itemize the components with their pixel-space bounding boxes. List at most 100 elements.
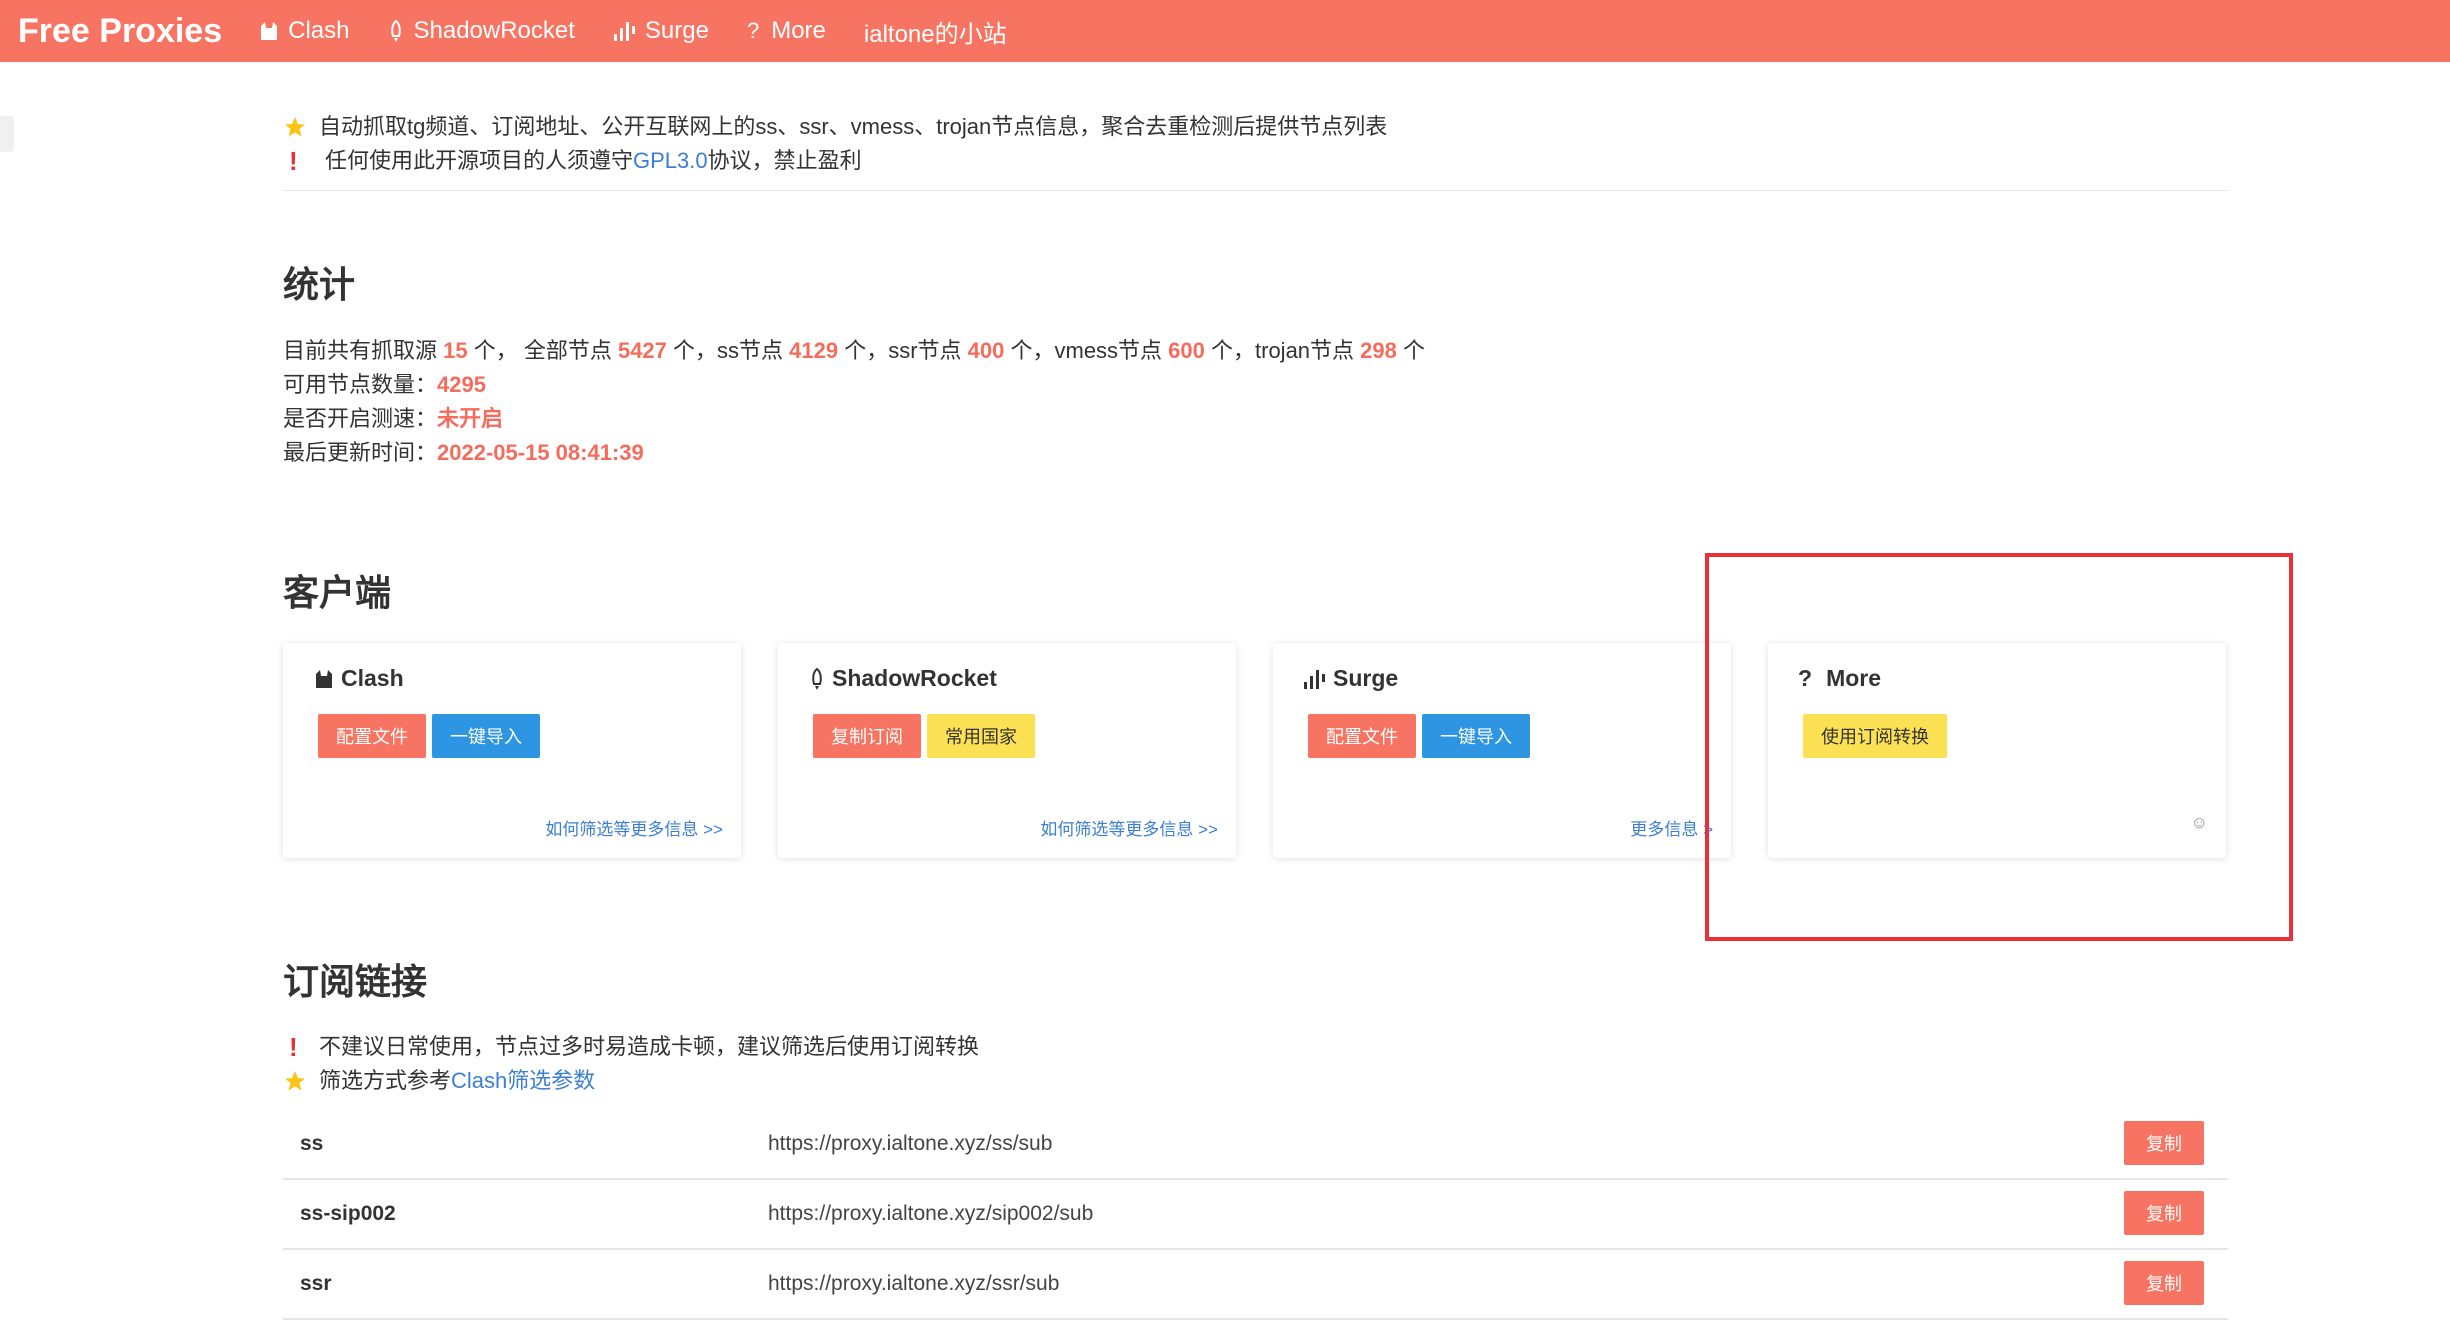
highlight-box (1705, 553, 2293, 941)
notice-text: 协议，禁止盈利 (707, 148, 862, 173)
common-countries-button[interactable]: 常用国家 (927, 714, 1035, 758)
nav-label: ialtone的小站 (863, 20, 1007, 48)
nav-item-clash[interactable]: Clash (258, 17, 349, 45)
one-click-import-button[interactable]: 一键导入 (1422, 714, 1530, 758)
notice-row: ! 任何使用此开源项目的人须遵守 GPL3.0 协议，禁止盈利 (283, 144, 1387, 178)
rocket-icon (387, 19, 405, 43)
nav-item-shadowrocket[interactable]: ShadowRocket (387, 17, 575, 45)
intro-notice: 自动抓取tg频道、订阅地址、公开互联网上的ss、ssr、vmess、trojan… (283, 110, 1387, 178)
notice-row: ! 不建议日常使用，节点过多时易造成卡顿，建议筛选后使用订阅转换 (283, 1030, 979, 1064)
nav-item-surge[interactable]: Surge (613, 17, 709, 45)
question-icon: ? (746, 18, 760, 43)
updated-value: 2022-05-15 08:41:39 (437, 440, 644, 465)
stats-heading: 统计 (283, 264, 356, 305)
more-info-link[interactable]: 如何筛选等更多信息 >> (545, 815, 723, 840)
gpl-link[interactable]: GPL3.0 (633, 144, 708, 178)
card-buttons: 配置文件 一键导入 (318, 714, 546, 758)
sub-url[interactable]: https://proxy.ialtone.xyz/ss/sub (768, 1132, 1052, 1156)
notice-text: 筛选方式参考 (319, 1068, 452, 1093)
stats-text: 个，vmess节点 (1004, 338, 1169, 363)
notice-text: 不建议日常使用，节点过多时易造成卡顿，建议筛选后使用订阅转换 (319, 1034, 980, 1059)
nav-label: Surge (644, 17, 709, 44)
sources-count: 15 (443, 338, 468, 363)
stats-text: 个 (1396, 338, 1425, 363)
notice-row: 自动抓取tg频道、订阅地址、公开互联网上的ss、ssr、vmess、trojan… (283, 110, 1387, 144)
client-card-clash: Clash 配置文件 一键导入 如何筛选等更多信息 >> (283, 643, 741, 858)
speedtest-value: 未开启 (437, 406, 504, 431)
client-card-surge: Surge 配置文件 一键导入 更多信息 > (1273, 643, 1731, 858)
card-title-text: Surge (1333, 665, 1399, 691)
config-file-button[interactable]: 配置文件 (1308, 714, 1416, 758)
star-icon (283, 115, 319, 139)
card-title-text: Clash (341, 665, 404, 691)
table-row: ssr https://proxy.ialtone.xyz/ssr/sub 复制 (283, 1250, 2228, 1320)
stats-text: 个，ssr节点 (838, 338, 968, 363)
brand-logo[interactable]: Free Proxies (18, 12, 222, 51)
nav-label: More (771, 17, 826, 44)
sub-name: ss-sip002 (300, 1202, 396, 1225)
subscriptions-heading: 订阅链接 (283, 961, 428, 1002)
star-icon (283, 1069, 319, 1093)
stats-label: 是否开启测速： (283, 406, 438, 431)
nav-label: ShadowRocket (413, 17, 575, 44)
trojan-count: 298 (1360, 338, 1397, 363)
notice-row: 筛选方式参考 Clash筛选参数 (283, 1064, 979, 1098)
side-drawer-tab[interactable] (0, 116, 14, 152)
copy-button[interactable]: 复制 (2124, 1191, 2204, 1235)
notice-text: 任何使用此开源项目的人须遵守 (325, 148, 634, 173)
table-row: ss https://proxy.ialtone.xyz/ss/sub 复制 (283, 1110, 2228, 1180)
card-buttons: 配置文件 一键导入 (1308, 714, 1536, 758)
copy-button[interactable]: 复制 (2124, 1121, 2204, 1165)
config-file-button[interactable]: 配置文件 (318, 714, 426, 758)
sub-url[interactable]: https://proxy.ialtone.xyz/ssr/sub (768, 1272, 1059, 1296)
more-info-link[interactable]: 如何筛选等更多信息 >> (1040, 815, 1218, 840)
stats-label: 可用节点数量： (283, 372, 438, 397)
subscription-table: ss https://proxy.ialtone.xyz/ss/sub 复制 s… (283, 1110, 2228, 1320)
divider (283, 190, 2228, 191)
sub-name: ss (300, 1132, 324, 1155)
exclamation-icon: ! (289, 146, 298, 176)
vmess-count: 600 (1168, 338, 1205, 363)
stats-label: 最后更新时间： (283, 440, 438, 465)
nav-item-ialtone-site[interactable]: ialtone的小站 (864, 14, 1007, 49)
stats-text: 个，trojan节点 (1204, 338, 1361, 363)
available-count: 4295 (437, 372, 486, 397)
exclamation-icon: ! (289, 1032, 298, 1062)
copy-button[interactable]: 复制 (2124, 1261, 2204, 1305)
nav-item-more[interactable]: ? More (747, 17, 826, 45)
top-navbar: Free Proxies Clash ShadowRocket Surge ? … (0, 0, 2450, 62)
one-click-import-button[interactable]: 一键导入 (432, 714, 540, 758)
nav-label: Clash (288, 17, 350, 44)
clash-filter-link[interactable]: Clash筛选参数 (451, 1064, 595, 1098)
cat-icon (313, 668, 335, 690)
cat-icon (258, 20, 280, 42)
table-row: ss-sip002 https://proxy.ialtone.xyz/sip0… (283, 1180, 2228, 1250)
all-nodes-count: 5427 (617, 338, 667, 363)
card-title-text: ShadowRocket (832, 665, 997, 691)
signal-bars-icon (613, 20, 637, 42)
ssr-count: 400 (967, 338, 1005, 363)
stats-block: 目前共有抓取源 15 个， 全部节点 5427 个，ss节点 4129 个，ss… (283, 334, 1425, 470)
card-title: Surge (1303, 665, 1398, 692)
stats-counts: 目前共有抓取源 15 个， 全部节点 5427 个，ss节点 4129 个，ss… (283, 334, 1425, 368)
last-updated: 最后更新时间：2022-05-15 08:41:39 (283, 436, 1425, 470)
stats-text: 个，ss节点 (666, 338, 790, 363)
speedtest-status: 是否开启测速：未开启 (283, 402, 1425, 436)
clients-heading: 客户端 (283, 572, 392, 613)
notice-text: 自动抓取tg频道、订阅地址、公开互联网上的ss、ssr、vmess、trojan… (319, 114, 1388, 139)
sub-url[interactable]: https://proxy.ialtone.xyz/sip002/sub (768, 1202, 1093, 1226)
signal-bars-icon (1303, 668, 1327, 690)
rocket-icon (808, 667, 826, 691)
card-buttons: 复制订阅 常用国家 (813, 714, 1041, 758)
sub-name: ssr (300, 1272, 332, 1295)
more-info-link[interactable]: 更多信息 > (1630, 815, 1713, 840)
stats-text: 目前共有抓取源 (283, 338, 444, 363)
card-title: Clash (313, 665, 404, 692)
stats-text: 个， 全部节点 (467, 338, 618, 363)
copy-subscription-button[interactable]: 复制订阅 (813, 714, 921, 758)
available-nodes: 可用节点数量：4295 (283, 368, 1425, 402)
ss-count: 4129 (789, 338, 839, 363)
card-title: ShadowRocket (808, 665, 997, 692)
client-card-shadowrocket: ShadowRocket 复制订阅 常用国家 如何筛选等更多信息 >> (778, 643, 1236, 858)
subscription-notice: ! 不建议日常使用，节点过多时易造成卡顿，建议筛选后使用订阅转换 筛选方式参考 C… (283, 1030, 979, 1098)
